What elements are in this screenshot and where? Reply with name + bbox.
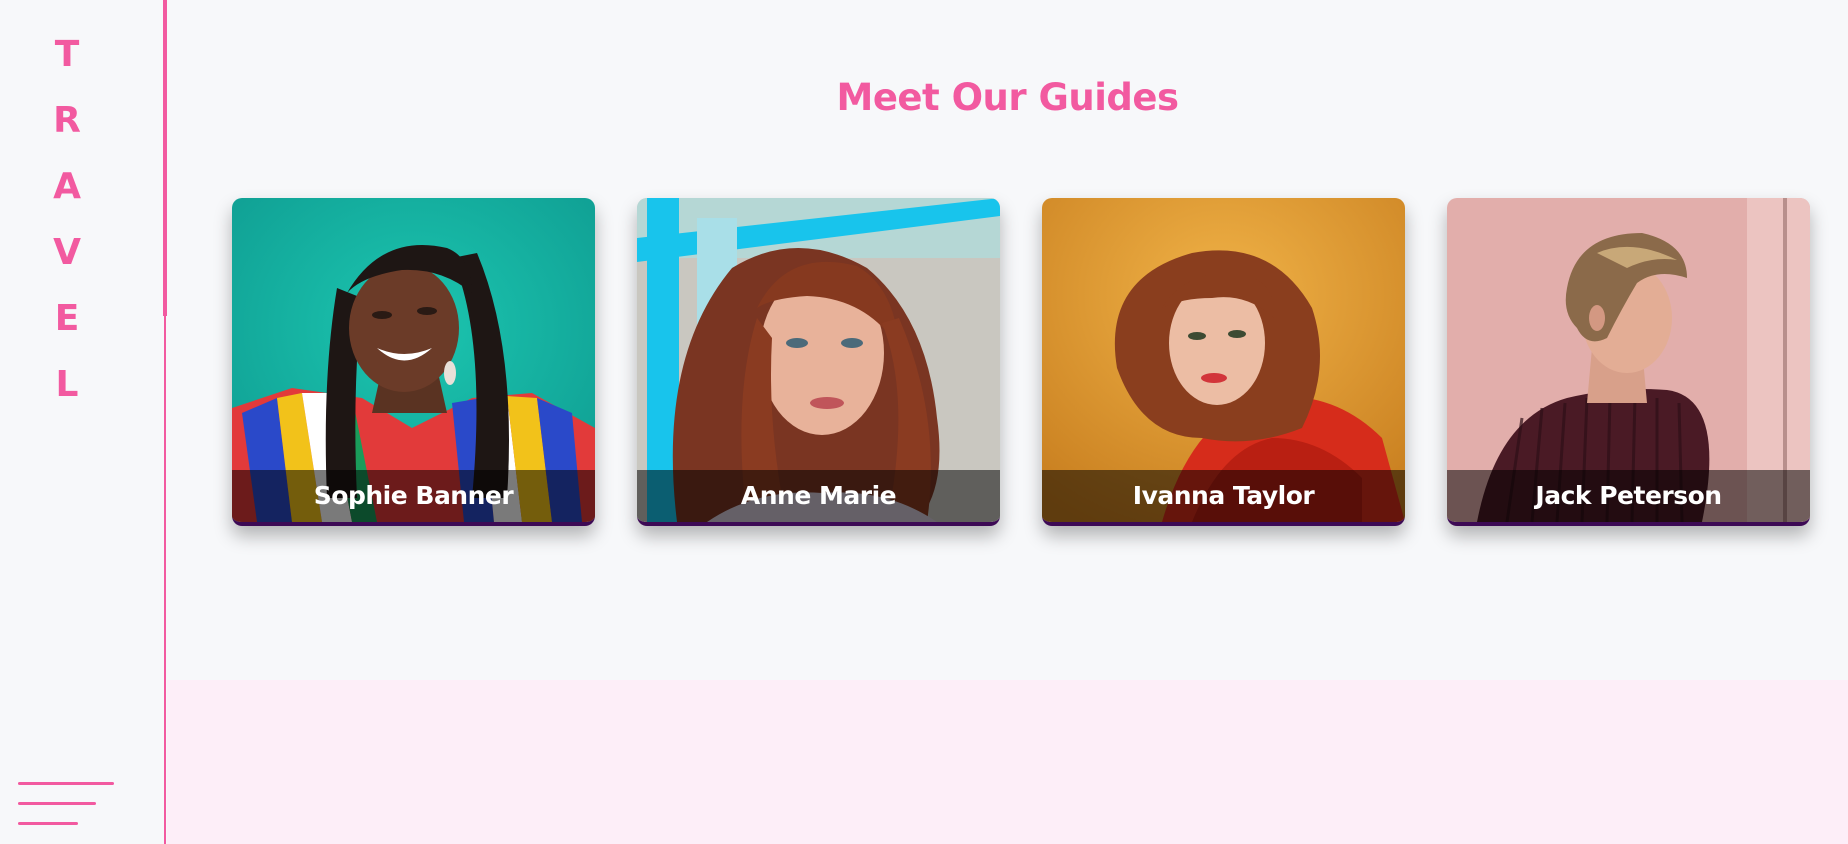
- brand-letter: T: [54, 34, 80, 75]
- guide-card[interactable]: Anne Marie: [637, 198, 1000, 526]
- main-content: Meet Our Guides Sophie Banner Anne Marie…: [167, 0, 1848, 844]
- brand-logo[interactable]: T R A V E L: [0, 22, 134, 418]
- guides-grid: Sophie Banner Anne Marie Ivanna Taylor J…: [232, 198, 1812, 526]
- menu-line: [18, 822, 78, 825]
- guide-card[interactable]: Ivanna Taylor: [1042, 198, 1405, 526]
- menu-line: [18, 782, 114, 785]
- brand-letter: V: [53, 232, 81, 273]
- brand-letter: R: [53, 100, 81, 141]
- brand-letter: L: [55, 364, 79, 405]
- brand-letter: A: [53, 166, 81, 207]
- page-title: Meet Our Guides: [836, 76, 1180, 119]
- guide-card[interactable]: Jack Peterson: [1447, 198, 1810, 526]
- guide-name: Jack Peterson: [1447, 470, 1810, 522]
- guide-card[interactable]: Sophie Banner: [232, 198, 595, 526]
- brand-letter: E: [54, 298, 80, 339]
- menu-line: [18, 802, 96, 805]
- next-section: [167, 680, 1848, 844]
- guide-name: Ivanna Taylor: [1042, 470, 1405, 522]
- sidebar: T R A V E L: [0, 0, 165, 844]
- hamburger-menu-icon[interactable]: [18, 780, 116, 828]
- guide-name: Sophie Banner: [232, 470, 595, 522]
- guide-name: Anne Marie: [637, 470, 1000, 522]
